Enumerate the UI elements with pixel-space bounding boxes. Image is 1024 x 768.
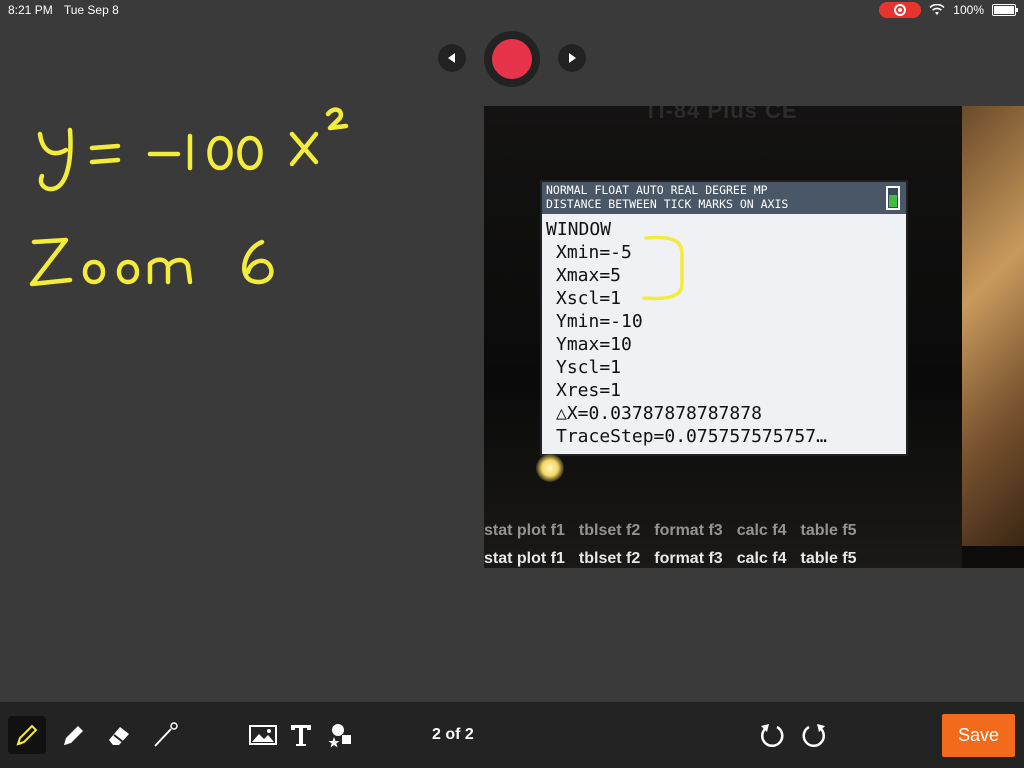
image-icon [249, 725, 277, 745]
next-slide-button[interactable] [558, 44, 586, 72]
calculator-brand: TI-84 Plus CE [644, 106, 798, 123]
calculator-screen: NORMAL FLOAT AUTO REAL DEGREE MP DISTANC… [540, 180, 908, 456]
fn-key-label: format f3 [654, 550, 723, 567]
window-title: WINDOW [546, 219, 612, 240]
eraser-tool-button[interactable] [100, 716, 138, 754]
handwriting-equation [37, 107, 349, 192]
function-keys-row-1: stat plot f1 tblset f2 format f3 calc f4… [484, 522, 857, 540]
laser-pointer-button[interactable] [146, 716, 184, 754]
save-button[interactable]: Save [942, 714, 1015, 757]
pencil-icon [16, 724, 38, 746]
text-tool-button[interactable] [282, 716, 320, 754]
eraser-icon [109, 727, 129, 745]
window-settings: WINDOW Xmin=-5 Xmax=5 Xscl=1 Ymin=-10 Ym… [542, 214, 906, 448]
light-reflection [536, 454, 564, 482]
record-icon [492, 39, 532, 79]
status-right: 100% [879, 2, 1018, 18]
status-time: 8:21 PM [8, 3, 53, 17]
redo-button[interactable] [796, 716, 834, 754]
function-keys-row-2: stat plot f1 tblset f2 format f3 calc f4… [484, 550, 857, 568]
window-line-xmin: Xmin=-5 [556, 242, 632, 263]
undo-button[interactable] [752, 716, 790, 754]
fn-key-label: tblset f2 [578, 550, 641, 567]
status-left: 8:21 PM Tue Sep 8 [8, 3, 127, 17]
window-line-ymin: Ymin=-10 [556, 311, 643, 332]
calculator-body: TI-84 Plus CE NORMAL FLOAT AUTO REAL DEG… [484, 106, 962, 568]
record-button[interactable] [484, 31, 540, 87]
fn-key-label: calc f4 [736, 522, 787, 539]
status-date: Tue Sep 8 [63, 3, 119, 17]
annotation-bracket [642, 235, 684, 301]
fn-key-label: tblset f2 [578, 522, 641, 539]
insert-image-button[interactable] [244, 716, 282, 754]
window-line-deltax: △X=0.03787878787878 [556, 403, 762, 424]
fn-key-label: format f3 [654, 522, 723, 539]
prev-triangle-icon [448, 53, 455, 63]
screen-header: NORMAL FLOAT AUTO REAL DEGREE MP DISTANC… [542, 182, 906, 214]
bottom-toolbar: 2 of 2 Save [0, 702, 1024, 768]
window-line-tracestep: TraceStep=0.075757575757… [556, 426, 827, 447]
marker-tool-button[interactable] [54, 716, 92, 754]
fn-key-label: calc f4 [736, 550, 787, 567]
previous-slide-button[interactable] [438, 44, 466, 72]
window-line-ymax: Ymax=10 [556, 334, 632, 355]
window-line-xscl: Xscl=1 [556, 288, 622, 309]
window-line-xmax: Xmax=5 [556, 265, 622, 286]
calculator-battery-icon [886, 186, 900, 210]
fn-key-label: stat plot f1 [484, 550, 565, 567]
laser-pointer-icon [154, 722, 178, 747]
undo-icon [761, 724, 784, 748]
screen-mode-line: NORMAL FLOAT AUTO REAL DEGREE MP [546, 183, 768, 197]
page-indicator: 2 of 2 [432, 726, 474, 743]
battery-percent: 100% [953, 3, 984, 17]
handwriting-zoom [29, 237, 274, 287]
redo-icon [802, 724, 825, 748]
screen-help-line: DISTANCE BETWEEN TICK MARKS ON AXIS [546, 197, 789, 211]
shapes-tool-button[interactable] [322, 716, 360, 754]
fn-key-label: table f5 [800, 522, 857, 539]
window-line-xres: Xres=1 [556, 380, 622, 401]
marker-icon [64, 726, 83, 745]
status-bar: 8:21 PM Tue Sep 8 100% [0, 0, 1024, 20]
window-line-yscl: Yscl=1 [556, 357, 622, 378]
background-texture [962, 106, 1024, 546]
pencil-tool-button[interactable] [8, 716, 46, 754]
battery-icon [992, 4, 1018, 16]
wifi-icon [929, 4, 945, 15]
next-triangle-icon [569, 53, 576, 63]
whiteboard-canvas[interactable] [0, 90, 380, 310]
shapes-icon [328, 724, 351, 748]
screen-recording-icon[interactable] [879, 2, 922, 18]
text-icon [291, 725, 311, 746]
fn-key-label: table f5 [800, 550, 857, 567]
fn-key-label: stat plot f1 [484, 522, 565, 539]
calculator-photo[interactable]: TI-84 Plus CE NORMAL FLOAT AUTO REAL DEG… [484, 106, 1024, 568]
